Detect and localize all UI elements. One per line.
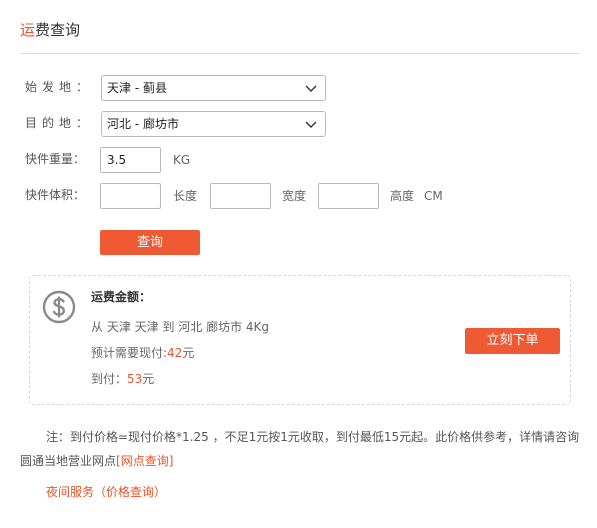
page-title: 运费查询 [20,20,80,40]
result-title: 运费金额： [91,290,152,304]
destination-label: 目的地： [25,116,94,130]
collect-amount: 53 [127,372,143,386]
volume-unit: CM [424,189,443,203]
price-note: 注：到付价格=现付价格*1.25 ，不足1元按1元收取，到付最低15元起。此价格… [20,425,586,473]
length-input[interactable] [100,183,161,209]
weight-unit: KG [173,153,191,167]
night-service-link[interactable]: 夜间服务（价格查询） [46,484,166,500]
collect-label: 到付： [91,372,128,386]
dollar-circle-icon [42,290,76,324]
origin-select[interactable]: 天津 - 蓟县 [101,75,326,101]
branch-query-link[interactable]: [网点查询] [116,454,173,468]
width-unit: 宽度 [282,189,307,203]
prepay-amount: 42 [167,346,183,360]
destination-value: 河北 - 廊坊市 [107,117,179,131]
prepay-suffix: 元 [182,346,195,360]
result-panel: 运费金额： 从 天津 天津 到 河北 廊坊市 4Kg 预计需要现付:42元 到付… [29,275,571,405]
note-text: 注：到付价格=现付价格*1.25 ，不足1元按1元收取，到付最低15元起。此价格… [20,430,580,468]
chevron-down-icon [305,121,317,128]
chevron-down-icon [305,85,317,92]
weight-value: 3.5 [107,153,127,167]
height-unit: 高度 [390,189,415,203]
query-button[interactable]: 查询 [100,230,200,255]
weight-input[interactable]: 3.5 [100,147,161,173]
order-now-button[interactable]: 立刻下单 [465,328,560,354]
width-input[interactable] [210,183,271,209]
length-unit: 长度 [173,189,198,203]
volume-label: 快件体积： [25,188,86,202]
title-rest: 费查询 [35,21,81,39]
collect-line: 到付：53元 [91,371,154,387]
collect-suffix: 元 [142,372,155,386]
origin-label: 始发地： [25,80,94,94]
destination-select[interactable]: 河北 - 廊坊市 [101,111,326,137]
title-accent: 运 [20,21,36,39]
prepay-label: 预计需要现付: [91,346,168,360]
result-route: 从 天津 天津 到 河北 廊坊市 4Kg [91,320,270,334]
origin-value: 天津 - 蓟县 [107,81,167,95]
prepay-line: 预计需要现付:42元 [91,345,194,361]
height-input[interactable] [318,183,379,209]
weight-label: 快件重量： [25,152,86,166]
header-bar: 运费查询 [20,0,580,54]
